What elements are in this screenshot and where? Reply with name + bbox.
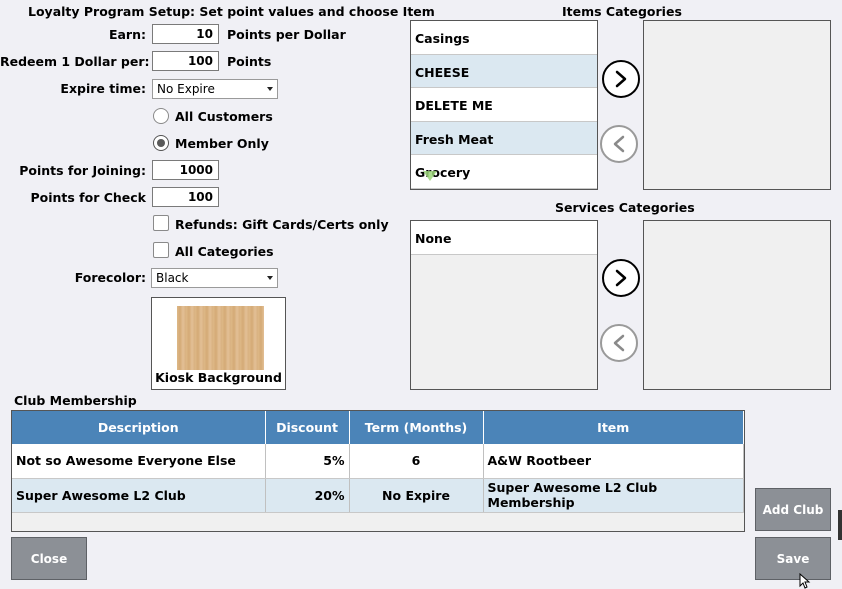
chevron-right-icon xyxy=(615,269,627,287)
forecolor-select[interactable]: Black xyxy=(151,268,278,288)
redeem-input[interactable]: 100 xyxy=(152,51,219,71)
selected-services-list[interactable] xyxy=(643,220,831,390)
close-button[interactable]: Close xyxy=(11,537,87,580)
expire-select[interactable]: No Expire xyxy=(152,79,278,99)
column-header[interactable]: Discount xyxy=(265,411,350,444)
list-item[interactable]: None xyxy=(411,221,597,255)
refunds-label: Refunds: Gift Cards/Certs only xyxy=(175,217,389,232)
check-label: Points for Check xyxy=(30,190,146,205)
earn-label: Earn: xyxy=(108,27,146,42)
redeem-unit: Points xyxy=(227,54,272,69)
chevron-down-icon xyxy=(267,87,273,91)
add-club-button[interactable]: Add Club xyxy=(755,488,831,531)
table-header-row: Description Discount Term (Months) Item xyxy=(12,411,744,444)
chevron-left-icon xyxy=(613,135,625,153)
member-only-label: Member Only xyxy=(175,136,269,151)
list-item[interactable]: CHEESE xyxy=(411,54,597,88)
earn-unit: Points per Dollar xyxy=(227,27,346,42)
column-header[interactable]: Description xyxy=(12,411,266,444)
member-only-radio[interactable] xyxy=(153,135,169,151)
kiosk-background-label: Kiosk Background xyxy=(155,370,282,385)
chevron-left-icon xyxy=(613,334,625,352)
table-row[interactable]: Not so Awesome Everyone Else 5% 6 A&W Ro… xyxy=(12,444,744,479)
forecolor-label: Forecolor: xyxy=(74,270,146,285)
all-categories-checkbox[interactable] xyxy=(153,242,169,258)
table-cell: Super Awesome L2 Club Membership xyxy=(483,478,744,513)
selected-items-list[interactable] xyxy=(643,20,831,190)
expire-label: Expire time: xyxy=(60,81,146,96)
all-customers-label: All Customers xyxy=(175,109,273,124)
table-cell: 20% xyxy=(265,478,350,513)
add-service-category-button[interactable] xyxy=(602,259,640,297)
services-categories-list[interactable]: None xyxy=(410,220,598,390)
all-categories-label: All Categories xyxy=(175,244,274,259)
list-item[interactable]: Casings xyxy=(411,21,597,55)
club-membership-title: Club Membership xyxy=(14,393,137,408)
expire-value: No Expire xyxy=(157,82,215,96)
window-edge xyxy=(838,510,842,540)
chevron-down-icon xyxy=(267,276,273,280)
mouse-pointer-icon xyxy=(799,573,811,589)
table-row[interactable]: Super Awesome L2 Club 20% No Expire Supe… xyxy=(12,478,744,513)
chevron-right-icon xyxy=(615,70,627,88)
table-cell: 5% xyxy=(265,444,350,479)
column-header[interactable]: Term (Months) xyxy=(349,411,484,444)
kiosk-background-button[interactable]: Kiosk Background xyxy=(151,297,286,390)
forecolor-value: Black xyxy=(156,271,189,285)
services-categories-title: Services Categories xyxy=(555,200,695,215)
check-input[interactable]: 100 xyxy=(152,187,219,207)
joining-input[interactable]: 1000 xyxy=(152,160,219,180)
page-title: Loyalty Program Setup: Set point values … xyxy=(28,4,435,19)
redeem-label: Redeem 1 Dollar per: xyxy=(0,54,150,69)
joining-label: Points for Joining: xyxy=(19,163,146,178)
add-item-category-button[interactable] xyxy=(602,60,640,98)
refunds-checkbox[interactable] xyxy=(153,215,169,231)
club-membership-table[interactable]: Description Discount Term (Months) Item … xyxy=(11,410,745,532)
list-item[interactable]: DELETE ME xyxy=(411,88,597,122)
items-categories-list[interactable]: Casings CHEESE DELETE ME Fresh Meat Groc… xyxy=(410,20,598,190)
table-cell: Not so Awesome Everyone Else xyxy=(12,444,266,479)
remove-service-category-button[interactable] xyxy=(600,324,638,362)
save-button[interactable]: Save xyxy=(755,537,831,580)
column-header[interactable]: Item xyxy=(483,411,744,444)
list-item[interactable]: Grocery xyxy=(411,155,597,189)
table-cell: A&W Rootbeer xyxy=(483,444,744,479)
earn-input[interactable]: 10 xyxy=(152,24,219,44)
table-cell: 6 xyxy=(349,444,484,479)
remove-item-category-button[interactable] xyxy=(600,125,638,163)
cursor-marker-icon xyxy=(423,171,437,181)
table-cell: Super Awesome L2 Club xyxy=(12,478,266,513)
items-categories-title: Items Categories xyxy=(562,4,682,19)
all-customers-radio[interactable] xyxy=(153,108,169,124)
list-item[interactable]: Fresh Meat xyxy=(411,121,597,155)
table-cell: No Expire xyxy=(349,478,484,513)
wood-texture-swatch xyxy=(177,306,264,370)
